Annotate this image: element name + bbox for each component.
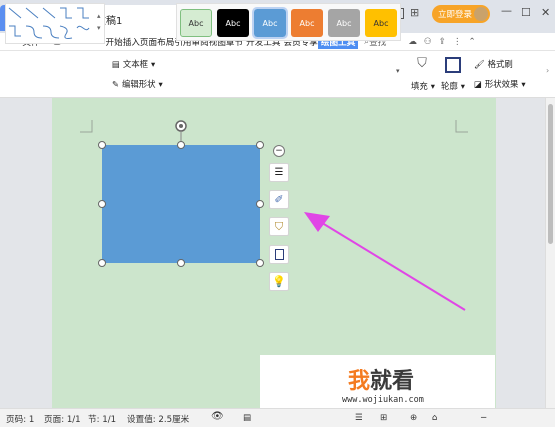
layout-options-button[interactable]: ☰ bbox=[269, 163, 289, 182]
resize-handle-e[interactable] bbox=[256, 200, 264, 208]
border-icon bbox=[274, 249, 284, 260]
resize-handle-sw[interactable] bbox=[98, 259, 106, 267]
status-page-number: 页码: 1 bbox=[6, 415, 35, 425]
resize-handle-n[interactable] bbox=[177, 141, 185, 149]
globe-icon[interactable]: ⊕ bbox=[410, 413, 417, 423]
chevron-down-icon: ▾ bbox=[151, 59, 156, 69]
zoom-out-icon[interactable]: − bbox=[480, 413, 487, 423]
login-label: 立即登录 bbox=[438, 10, 473, 20]
format-painter-button[interactable]: 🖌 格式刷 bbox=[474, 58, 513, 70]
web-view-icon[interactable]: ⌂ bbox=[432, 413, 437, 423]
style-preset-2[interactable]: Abc bbox=[217, 9, 249, 37]
shape-effect-label: 形状效果 bbox=[484, 79, 519, 89]
gallery-more-icon[interactable]: ▾ bbox=[396, 67, 400, 75]
resize-handle-nw[interactable] bbox=[98, 141, 106, 149]
svg-text:▾: ▾ bbox=[97, 24, 101, 32]
shape-effect-button[interactable]: ◪ 形状效果 ▾ bbox=[474, 78, 526, 90]
textbox-label: 文本框 bbox=[122, 59, 149, 69]
status-bar: 页码: 1 页面: 1/1 节: 1/1 设置值: 2.5厘米 👁 ▤ ☰ ⊞ … bbox=[0, 408, 555, 427]
style-preset-5[interactable]: Abc bbox=[328, 9, 360, 37]
login-button[interactable]: 立即登录 bbox=[432, 5, 490, 23]
shape-style-gallery: Abc Abc Abc Abc Abc Abc bbox=[176, 3, 401, 41]
watermark-logo: 我就看 www.wojiukan.com bbox=[260, 355, 495, 410]
shape-fill-button[interactable]: ⛉ bbox=[269, 217, 289, 236]
outline-label: 轮廓 bbox=[441, 81, 458, 91]
status-section: 节: 1/1 bbox=[88, 415, 117, 425]
line-shapes-icon: ▴▾ bbox=[8, 7, 101, 39]
more-options-icon[interactable]: ⋮ bbox=[453, 37, 462, 47]
ribbon-scroll-icon[interactable]: › bbox=[546, 66, 549, 75]
shape-border-button[interactable] bbox=[269, 245, 289, 264]
textbox-icon: ▤ bbox=[112, 59, 120, 69]
status-setting: 设置值: 2.5厘米 bbox=[127, 415, 190, 425]
minimize-button[interactable]: — bbox=[501, 4, 512, 17]
vertical-scrollbar[interactable] bbox=[545, 98, 555, 408]
scrollbar-thumb[interactable] bbox=[548, 104, 553, 244]
chevron-down-icon: ▾ bbox=[430, 81, 435, 91]
status-pages: 页面: 1/1 bbox=[44, 415, 81, 425]
menu-start[interactable]: 开始 bbox=[106, 36, 123, 48]
split-view-icon[interactable]: ⊞ bbox=[380, 413, 387, 423]
outline-icon[interactable] bbox=[445, 57, 461, 73]
avatar bbox=[474, 7, 488, 21]
format-painter-label: 格式刷 bbox=[487, 59, 513, 69]
outline-view-icon[interactable]: ☰ bbox=[355, 413, 363, 423]
outline-button[interactable]: 轮廓 ▾ bbox=[441, 80, 465, 92]
style-preset-label: Abc bbox=[336, 18, 352, 28]
menu-insert[interactable]: 插入 bbox=[123, 36, 140, 48]
resize-handle-s[interactable] bbox=[177, 259, 185, 267]
textbox-button[interactable]: ▤ 文本框 ▾ bbox=[112, 58, 155, 70]
smart-tip-button[interactable]: 💡 bbox=[269, 272, 289, 291]
shape-outline-button[interactable]: ✐ bbox=[269, 190, 289, 209]
watermark-url: www.wojiukan.com bbox=[342, 395, 424, 405]
rectangle-shape[interactable] bbox=[102, 145, 260, 263]
edit-shape-icon: ✎ bbox=[112, 79, 120, 89]
annotation-arrow bbox=[304, 212, 466, 311]
close-button[interactable]: ✕ bbox=[541, 6, 550, 19]
menu-page-layout[interactable]: 页面布局 bbox=[140, 36, 174, 48]
cloud-icon[interactable]: ☁ bbox=[408, 37, 417, 47]
shape-effect-icon: ◪ bbox=[474, 79, 482, 89]
style-preset-label: Abc bbox=[299, 18, 315, 28]
style-preset-3[interactable]: Abc bbox=[252, 7, 288, 39]
pen-icon: ✐ bbox=[274, 193, 284, 206]
style-preset-4[interactable]: Abc bbox=[291, 9, 323, 37]
resize-handle-se[interactable] bbox=[256, 259, 264, 267]
chevron-down-icon: ▾ bbox=[158, 79, 163, 89]
collapse-ribbon-icon[interactable]: ⌃ bbox=[468, 37, 475, 47]
fill-button[interactable]: 填充 ▾ bbox=[411, 80, 435, 92]
watermark-chars: 就看 bbox=[370, 369, 415, 394]
eye-icon[interactable]: 👁 bbox=[211, 411, 224, 422]
style-preset-label: Abc bbox=[373, 18, 389, 28]
text-wrap-icon: ☰ bbox=[274, 167, 284, 178]
edit-shape-button[interactable]: ✎ 编辑形状 ▾ bbox=[112, 78, 163, 90]
share-icon[interactable]: ⇪ bbox=[439, 37, 446, 47]
chevron-down-icon: ▾ bbox=[521, 79, 526, 89]
fill-icon[interactable]: ⛉ bbox=[413, 56, 431, 72]
fill-label: 填充 bbox=[411, 81, 428, 91]
resize-handle-ne[interactable] bbox=[256, 141, 264, 149]
style-preset-1[interactable]: Abc bbox=[180, 9, 212, 37]
watermark-char: 我 bbox=[348, 369, 371, 394]
style-preset-label: Abc bbox=[262, 18, 278, 28]
style-preset-label: Abc bbox=[225, 18, 241, 28]
shape-gallery[interactable]: ▴ ▾ bbox=[5, 3, 105, 44]
format-painter-icon: 🖌 bbox=[474, 58, 485, 69]
ribbon bbox=[0, 51, 555, 98]
fill-bucket-icon: ⛉ bbox=[274, 219, 284, 233]
style-preset-label: Abc bbox=[188, 18, 204, 28]
lightbulb-icon: 💡 bbox=[272, 275, 286, 288]
collapse-toolbar-icon[interactable]: − bbox=[273, 145, 285, 157]
resize-handle-w[interactable] bbox=[98, 200, 106, 208]
maximize-button[interactable]: ☐ bbox=[521, 6, 531, 19]
edit-shape-label: 编辑形状 bbox=[122, 79, 156, 89]
style-preset-6[interactable]: Abc bbox=[365, 9, 397, 37]
page-view-icon[interactable]: ▤ bbox=[243, 413, 251, 423]
grid-icon[interactable]: ⊞ bbox=[410, 6, 419, 19]
svg-text:▴: ▴ bbox=[97, 12, 101, 20]
collab-icon[interactable]: ⚇ bbox=[424, 37, 432, 47]
chevron-down-icon: ▾ bbox=[460, 81, 465, 91]
